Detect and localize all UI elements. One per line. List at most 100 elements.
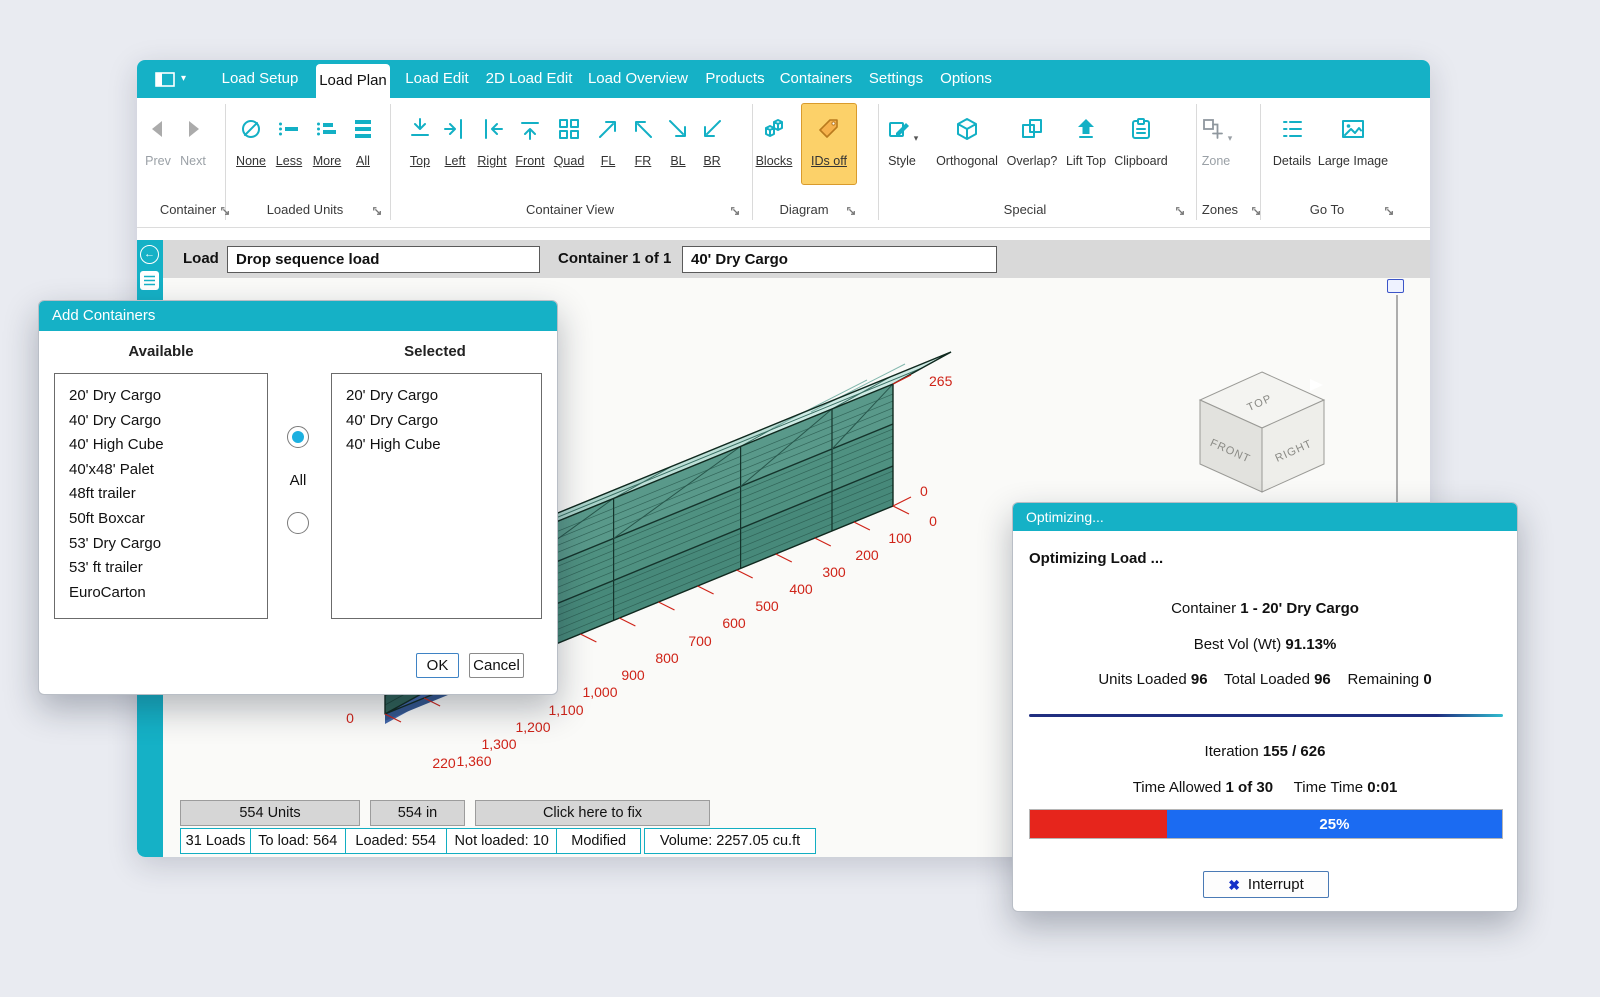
view-br-button[interactable]: BR bbox=[696, 108, 728, 184]
zoom-slider-handle[interactable] bbox=[1387, 279, 1404, 293]
interrupt-button[interactable]: ✖ Interrupt bbox=[1203, 871, 1329, 898]
view-top-button[interactable]: Top bbox=[401, 108, 439, 184]
available-listbox[interactable]: 20' Dry Cargo 40' Dry Cargo 40' High Cub… bbox=[54, 373, 268, 619]
list-item[interactable]: 40'x48' Palet bbox=[69, 458, 267, 483]
view-fr-button[interactable]: FR bbox=[627, 108, 659, 184]
view-fl-button[interactable]: FL bbox=[592, 108, 624, 184]
list-item[interactable]: 53' ft trailer bbox=[69, 556, 267, 581]
units-less-button[interactable]: Less bbox=[269, 108, 309, 184]
list-item[interactable]: 20' Dry Cargo bbox=[69, 384, 267, 409]
panel-list-button[interactable] bbox=[140, 271, 159, 290]
menu-load-edit[interactable]: Load Edit bbox=[405, 60, 468, 98]
view-front-icon bbox=[517, 108, 543, 150]
dialog-launcher-zones[interactable] bbox=[1250, 204, 1264, 218]
menu-2d-load-edit[interactable]: 2D Load Edit bbox=[486, 60, 573, 98]
axis-label: 1,300 bbox=[481, 736, 516, 752]
dialog-launcher-goto[interactable] bbox=[1383, 204, 1397, 218]
load-name-input[interactable] bbox=[227, 246, 540, 273]
menu-products[interactable]: Products bbox=[705, 60, 764, 98]
zone-caret-icon: ▾ bbox=[1228, 133, 1233, 144]
units-all-button[interactable]: All bbox=[345, 108, 381, 184]
container-type-input[interactable] bbox=[682, 246, 997, 273]
style-caret-icon: ▾ bbox=[914, 133, 919, 144]
optimizing-heading: Optimizing Load ... bbox=[1029, 550, 1163, 567]
menu-load-setup[interactable]: Load Setup bbox=[222, 60, 299, 98]
list-item[interactable]: 40' High Cube bbox=[346, 433, 541, 458]
blocks-icon bbox=[761, 108, 787, 150]
group-label-diagram: Diagram bbox=[779, 202, 828, 217]
dialog-title-bar[interactable]: Optimizing... bbox=[1013, 503, 1517, 531]
clipboard-button[interactable]: Clipboard bbox=[1110, 108, 1172, 184]
view-fr-icon bbox=[630, 108, 656, 150]
blocks-button[interactable]: Blocks bbox=[750, 108, 798, 184]
dialog-title-bar[interactable]: Add Containers bbox=[39, 301, 557, 331]
dialog-launcher-container[interactable] bbox=[219, 204, 233, 218]
large-image-button[interactable]: Large Image bbox=[1313, 108, 1393, 184]
length-total-label: 1,360 bbox=[456, 753, 491, 769]
best-vol-row: Best Vol (Wt) 91.13% bbox=[1013, 636, 1517, 653]
list-item[interactable]: 20' Dry Cargo bbox=[346, 384, 541, 409]
app-menu-button[interactable]: ▾ bbox=[155, 71, 199, 87]
lift-top-button[interactable]: Lift Top bbox=[1059, 108, 1113, 184]
overlap-button[interactable]: Overlap? bbox=[1001, 108, 1063, 184]
menu-bar: ▾ Load Setup Load Plan Load Edit 2D Load… bbox=[137, 60, 1430, 98]
menu-load-overview[interactable]: Load Overview bbox=[588, 60, 688, 98]
dialog-launcher-container-view[interactable] bbox=[729, 204, 743, 218]
radio-dot bbox=[292, 431, 304, 443]
details-button[interactable]: Details bbox=[1267, 108, 1317, 184]
zone-button[interactable]: ▾ Zone bbox=[1192, 108, 1240, 184]
zone-icon: ▾ bbox=[1200, 108, 1233, 150]
status-modified: Modified bbox=[557, 829, 640, 853]
dialog-launcher-loaded-units[interactable] bbox=[371, 204, 385, 218]
menu-load-plan-active[interactable]: Load Plan bbox=[316, 64, 390, 98]
click-here-to-fix[interactable]: Click here to fix bbox=[475, 800, 710, 826]
list-item[interactable]: 40' Dry Cargo bbox=[346, 409, 541, 434]
view-right-button[interactable]: Right bbox=[472, 108, 512, 184]
style-button[interactable]: ▾ Style bbox=[879, 108, 925, 184]
lift-top-icon bbox=[1073, 108, 1099, 150]
axis-label: 1,000 bbox=[582, 684, 617, 700]
menu-options[interactable]: Options bbox=[940, 60, 992, 98]
status-loads: 31 Loads bbox=[181, 829, 251, 853]
dialog-launcher-special[interactable] bbox=[1174, 204, 1188, 218]
orientation-cube[interactable]: TOP FRONT RIGHT bbox=[1200, 372, 1324, 492]
view-bl-button[interactable]: BL bbox=[662, 108, 694, 184]
style-icon: ▾ bbox=[886, 108, 919, 150]
group-label-goto: Go To bbox=[1310, 202, 1344, 217]
units-more-button[interactable]: More bbox=[307, 108, 347, 184]
units-none-button[interactable]: None bbox=[231, 108, 271, 184]
clipboard-icon bbox=[1128, 108, 1154, 150]
view-front-button[interactable]: Front bbox=[510, 108, 550, 184]
ids-off-button[interactable]: IDs off bbox=[801, 103, 857, 185]
list-item[interactable]: 50ft Boxcar bbox=[69, 507, 267, 532]
interrupt-x-icon: ✖ bbox=[1228, 878, 1240, 892]
tag-icon bbox=[816, 108, 842, 150]
radio-all-selected[interactable] bbox=[287, 426, 309, 448]
list-item[interactable]: 40' Dry Cargo bbox=[69, 409, 267, 434]
origin-label: 0 bbox=[346, 710, 354, 726]
next-button[interactable]: Next bbox=[176, 108, 210, 184]
list-item[interactable]: 53' Dry Cargo bbox=[69, 532, 267, 557]
list-item[interactable]: 48ft trailer bbox=[69, 482, 267, 507]
view-left-button[interactable]: Left bbox=[437, 108, 473, 184]
list-item[interactable]: 40' High Cube bbox=[69, 433, 267, 458]
view-quad-button[interactable]: Quad bbox=[549, 108, 589, 184]
radio-all-unselected[interactable] bbox=[287, 512, 309, 534]
cancel-button[interactable]: Cancel bbox=[469, 653, 524, 678]
list-item[interactable]: EuroCarton bbox=[69, 581, 267, 606]
large-image-icon bbox=[1340, 108, 1366, 150]
orthogonal-button[interactable]: Orthogonal bbox=[932, 108, 1002, 184]
progress-divider bbox=[1029, 714, 1503, 717]
list-icon bbox=[143, 274, 156, 287]
selected-listbox[interactable]: 20' Dry Cargo 40' Dry Cargo 40' High Cub… bbox=[331, 373, 542, 619]
prev-button[interactable]: Prev bbox=[141, 108, 175, 184]
menu-containers[interactable]: Containers bbox=[780, 60, 853, 98]
dialog-launcher-diagram[interactable] bbox=[845, 204, 859, 218]
ok-button[interactable]: OK bbox=[416, 653, 459, 678]
ribbon-separator bbox=[1260, 104, 1261, 220]
collapse-panel-button[interactable]: ← bbox=[140, 245, 159, 264]
axis-label: 1,100 bbox=[548, 702, 583, 718]
menu-settings[interactable]: Settings bbox=[869, 60, 923, 98]
height-axis-max: 265 bbox=[929, 373, 953, 389]
view-bl-icon bbox=[665, 108, 691, 150]
